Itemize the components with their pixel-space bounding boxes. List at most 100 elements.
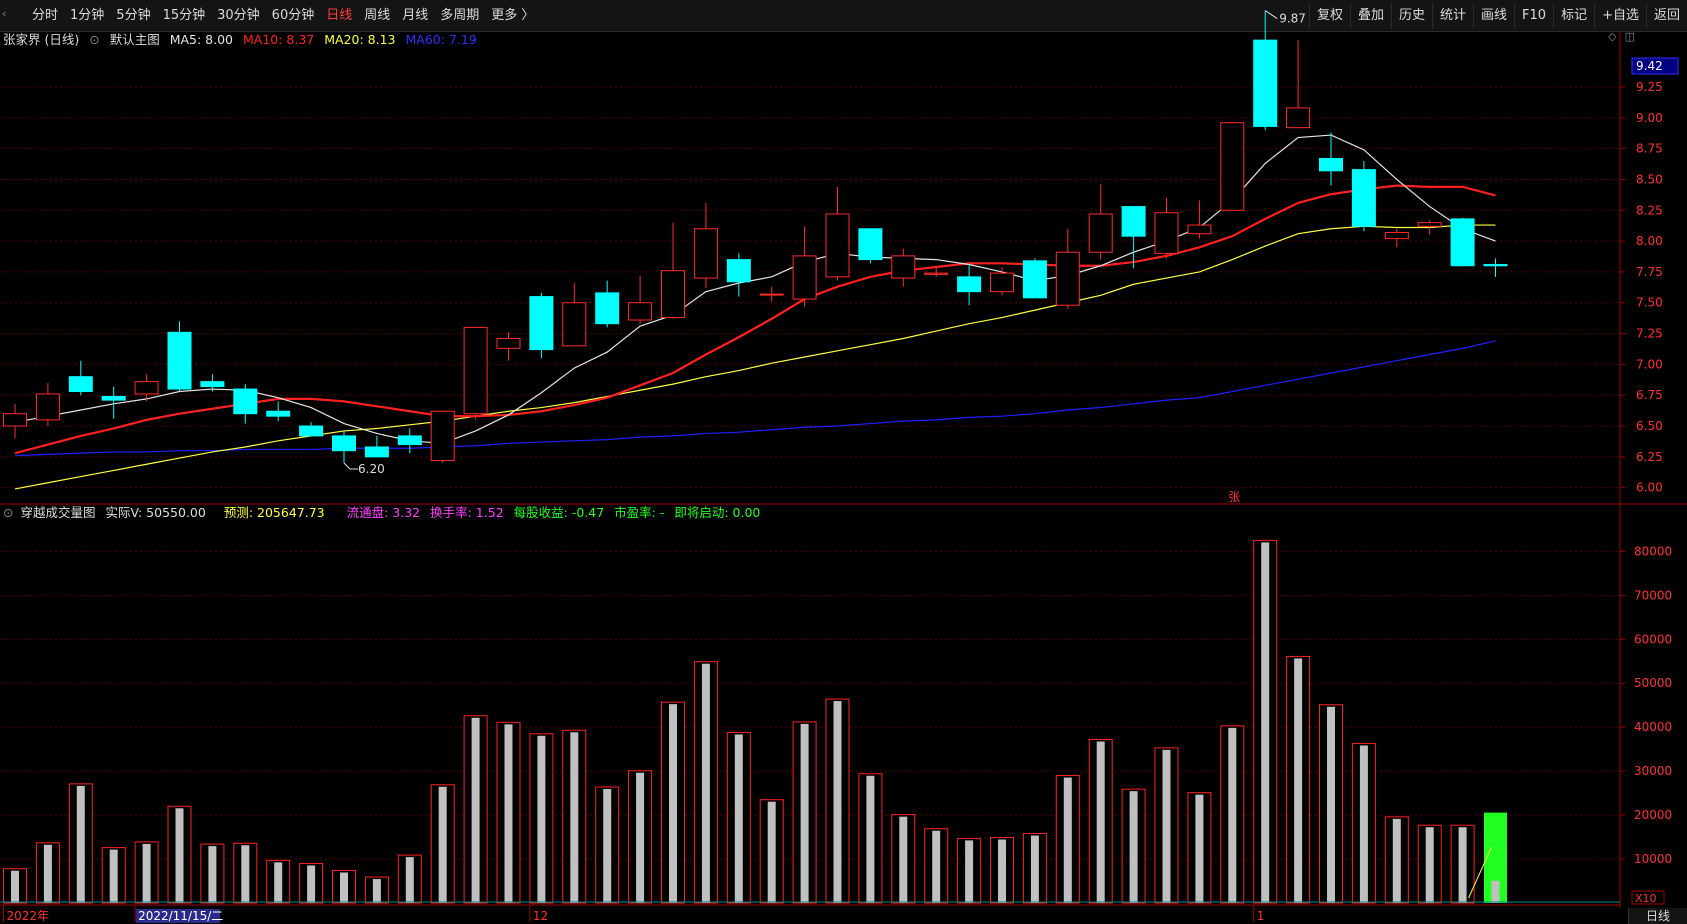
volume-bar — [76, 785, 85, 903]
candle — [562, 283, 587, 347]
candle-body-up — [463, 326, 488, 415]
candle — [1022, 258, 1047, 299]
volume-bar — [1162, 749, 1171, 903]
high-pointer — [1264, 10, 1278, 19]
kline-chart[interactable]: 9.25 9.00 8.75 8.50 8.25 8.00 7.75 7.50 7.25 7.00… — [0, 0, 1687, 924]
candle — [463, 326, 488, 420]
price-tick-label: 7.00 — [1636, 357, 1663, 371]
volume-bar — [340, 872, 348, 903]
candle — [364, 435, 389, 458]
volume-bar — [1195, 794, 1204, 903]
price-tick-label: 6.25 — [1636, 450, 1663, 464]
high-label: 9.87 — [1279, 12, 1306, 26]
candle — [990, 266, 1014, 296]
volume-tick-label: 20000 — [1634, 808, 1672, 822]
period-label: 日线 — [1628, 908, 1687, 924]
volume-bar — [701, 663, 710, 903]
volume-bar — [274, 862, 283, 903]
volume-tick-label: 60000 — [1634, 632, 1672, 646]
candle-body-down — [726, 259, 751, 283]
volume-bar — [1392, 818, 1401, 903]
volume-bar — [11, 870, 19, 903]
candle — [1286, 40, 1311, 129]
candle-body-down — [1351, 169, 1376, 227]
volume-bar — [1063, 777, 1072, 903]
candle-body-down — [200, 381, 225, 388]
candle — [726, 253, 751, 297]
candle-body-down — [529, 296, 554, 351]
price-tick-label: 8.00 — [1636, 234, 1663, 248]
volume-bar — [1359, 745, 1368, 903]
candle — [1088, 184, 1113, 260]
candle-body-down — [101, 395, 126, 401]
volume-tick-label: 50000 — [1634, 676, 1672, 690]
candle-body-up — [1417, 222, 1442, 227]
candle-body-up — [134, 381, 159, 395]
candle-body-up — [35, 393, 60, 421]
candle — [1154, 197, 1179, 259]
price-tick-label: 6.00 — [1636, 481, 1663, 495]
volume-bar — [1096, 741, 1105, 903]
candle — [1384, 228, 1409, 248]
volume-bar — [241, 845, 250, 903]
low-pointer — [343, 462, 358, 470]
candle — [1220, 122, 1245, 211]
date-label: 2022/11/15/二 — [138, 909, 223, 923]
candle — [332, 430, 356, 464]
date-label: 12 — [533, 909, 548, 923]
candle-body-down — [167, 331, 192, 390]
volume-bar — [1294, 658, 1303, 903]
candle — [661, 222, 685, 319]
candle-body-up — [759, 293, 784, 296]
candle-body-down — [233, 388, 258, 415]
candle — [825, 186, 850, 281]
candle-body-up — [430, 410, 455, 462]
candle — [595, 280, 620, 328]
volume-tick-label: 70000 — [1634, 588, 1672, 602]
candle — [35, 382, 60, 427]
volume-bar — [833, 701, 842, 903]
candle — [430, 410, 455, 464]
candle — [1319, 132, 1343, 186]
price-tick-label: 9.00 — [1636, 111, 1663, 125]
candle-body-up — [1286, 107, 1311, 129]
candle-body-down — [1483, 264, 1508, 267]
price-tick-label: 8.75 — [1636, 142, 1663, 156]
volume-bar — [504, 724, 513, 903]
price-tick-label: 6.75 — [1636, 388, 1663, 402]
volume-bar — [142, 843, 151, 903]
volume-bar — [1458, 827, 1467, 903]
volume-bar — [1327, 706, 1335, 903]
candle — [957, 264, 982, 306]
candle — [68, 360, 93, 396]
candle-body-down — [68, 376, 93, 393]
candle-body-up — [924, 272, 949, 275]
candle — [1483, 258, 1508, 277]
volume-bar — [537, 735, 546, 903]
volume-bar — [405, 857, 414, 903]
candle-body-up — [1220, 122, 1245, 211]
price-tick-label: 7.75 — [1636, 265, 1663, 279]
candle-body-up — [1088, 213, 1113, 253]
volume-bar — [932, 830, 941, 903]
volume-bar — [175, 808, 184, 903]
candle-body-up — [990, 272, 1014, 293]
candle — [233, 384, 258, 424]
current-price-tag: 9.42 — [1636, 59, 1663, 73]
volume-tick-label: 80000 — [1634, 544, 1672, 558]
volume-bar — [669, 704, 677, 903]
volume-bar — [1491, 880, 1500, 903]
candle-body-down — [1450, 218, 1475, 267]
candle-body-up — [1154, 212, 1179, 254]
volume-bar — [438, 786, 447, 903]
candle — [397, 428, 422, 454]
candle — [496, 332, 521, 361]
candle — [299, 422, 324, 437]
vol-unit-label: X10 — [1635, 892, 1657, 905]
volume-bar — [899, 816, 908, 903]
candle — [529, 292, 554, 359]
volume-bar — [800, 723, 809, 903]
candle-body-up — [1384, 231, 1409, 240]
candle — [1450, 217, 1475, 267]
volume-bar — [1228, 727, 1237, 903]
